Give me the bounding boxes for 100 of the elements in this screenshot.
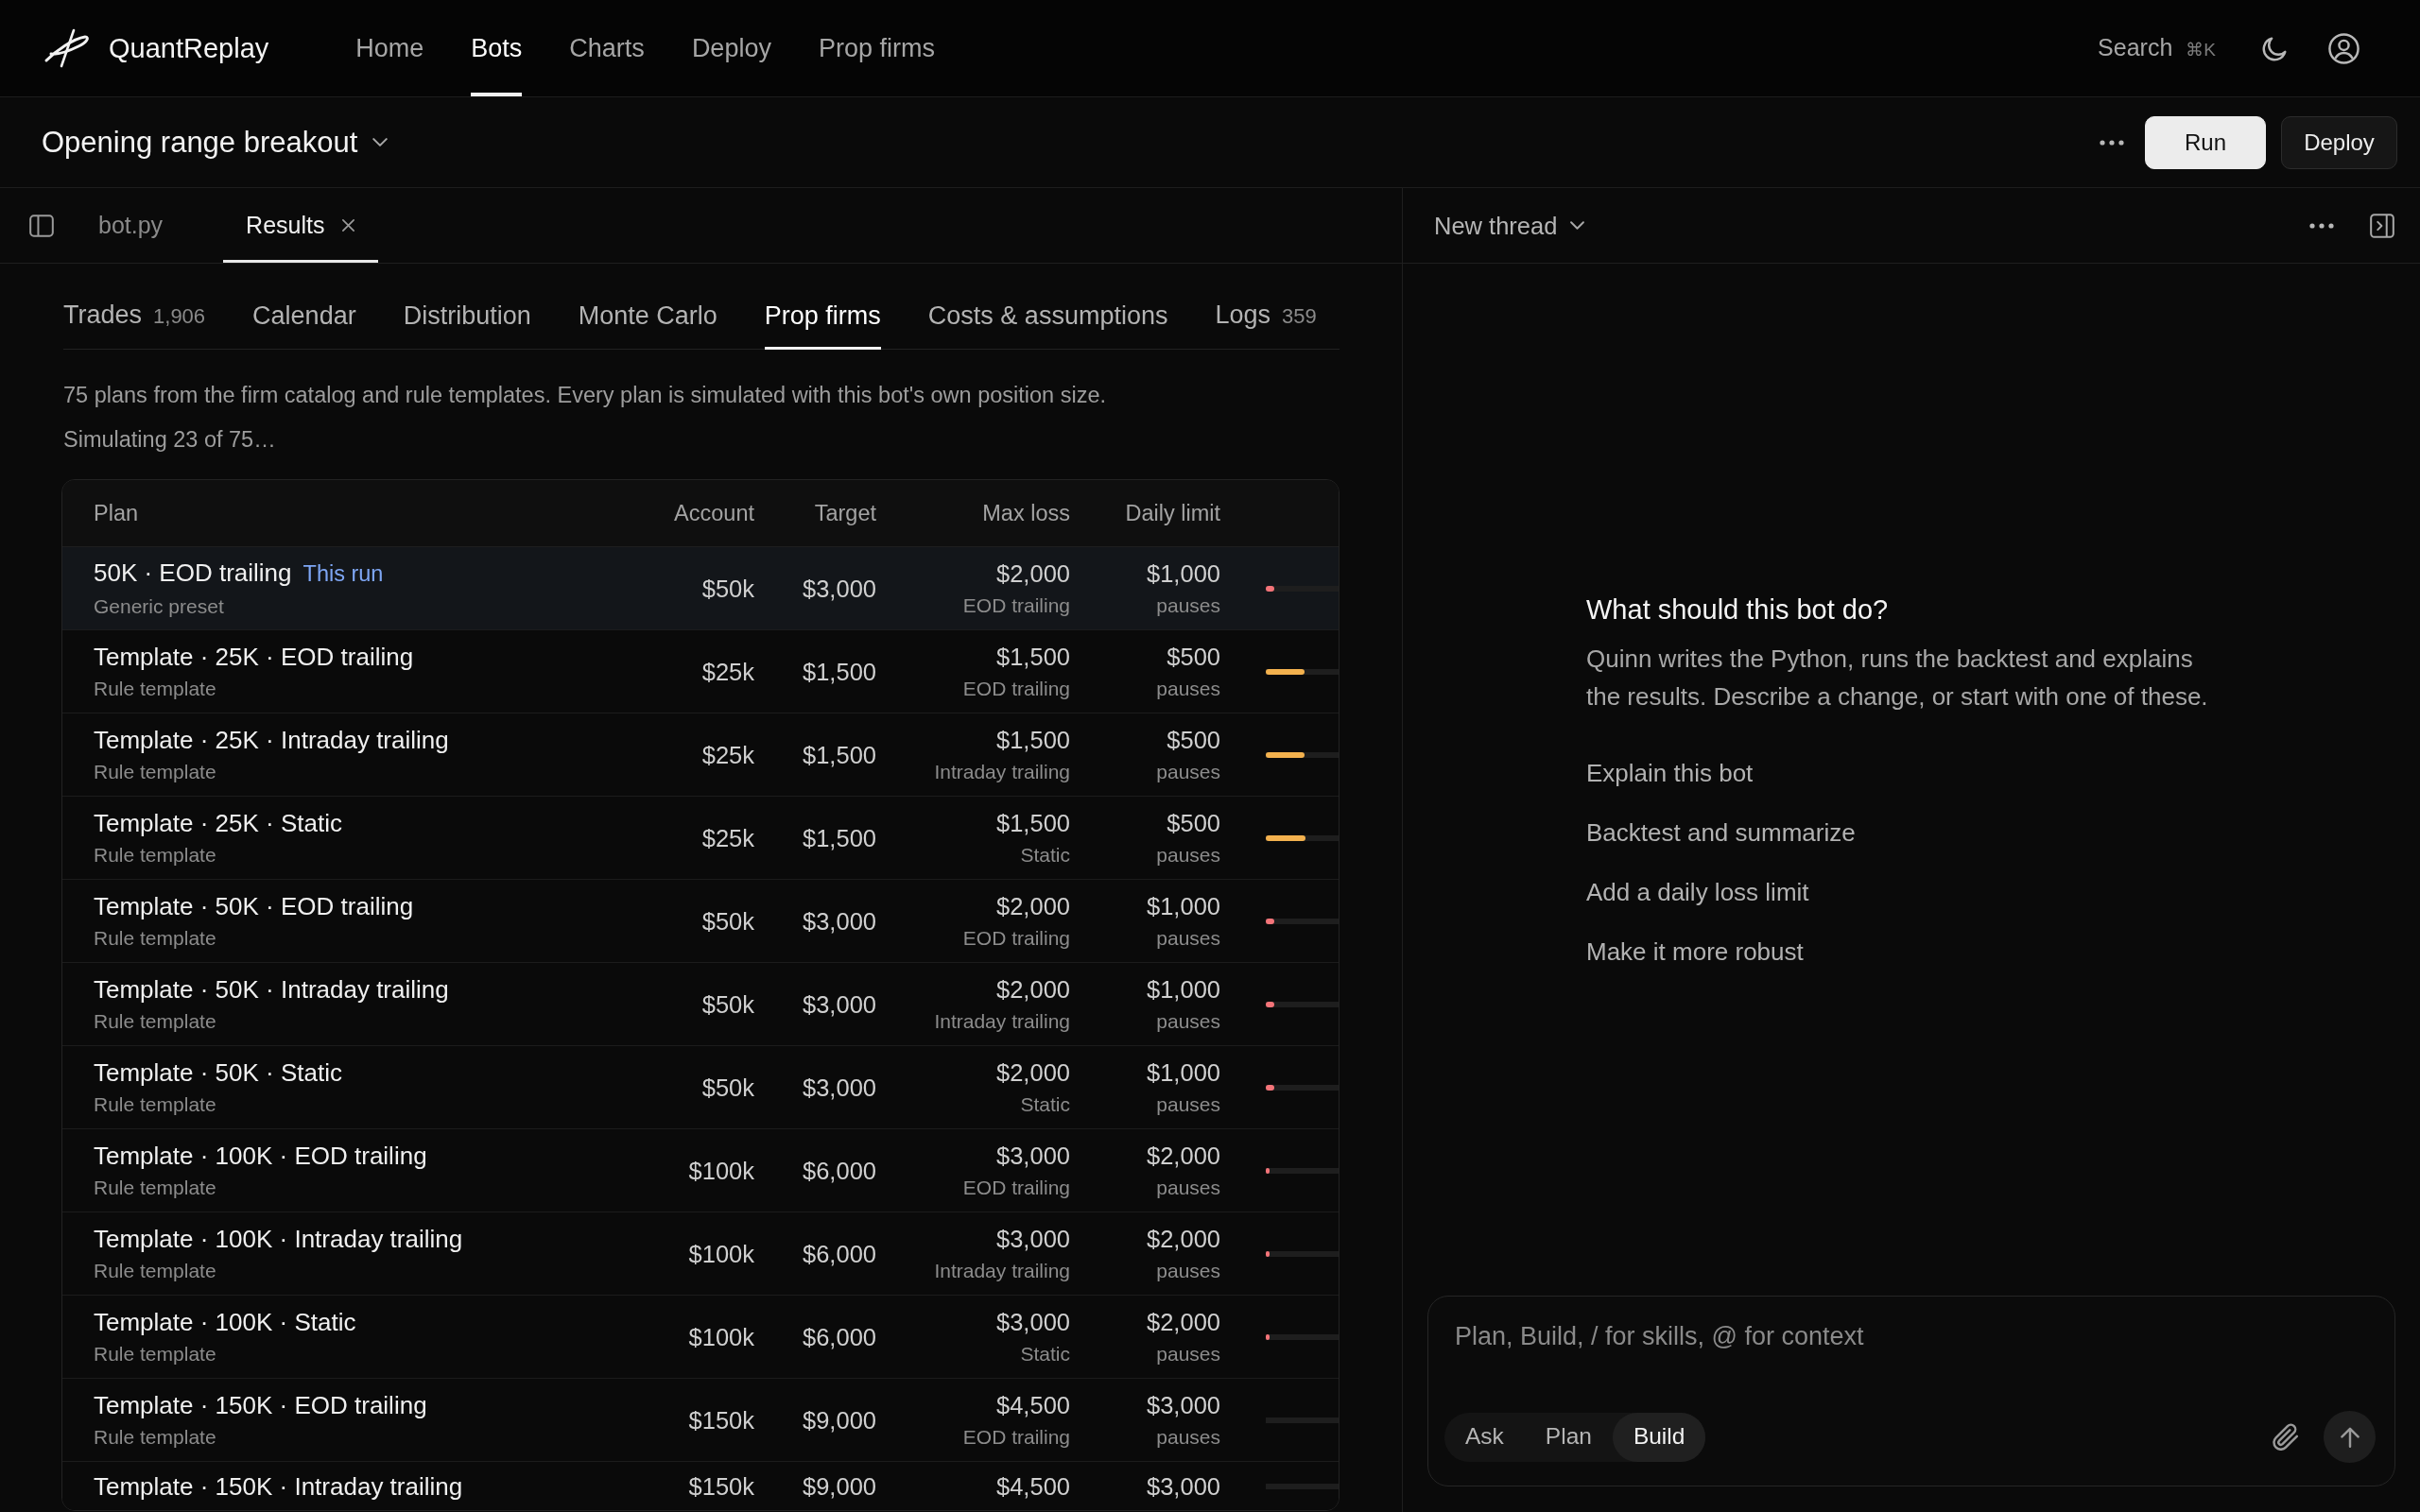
- close-icon[interactable]: [341, 218, 356, 232]
- mode-tab[interactable]: Build: [1612, 1412, 1706, 1462]
- max-loss-value: $2,000: [996, 1058, 1070, 1088]
- result-tab[interactable]: Calendar: [252, 285, 356, 350]
- editor-tab[interactable]: bot.py: [76, 188, 186, 263]
- daily-limit-value: $500: [1167, 643, 1220, 672]
- plan-source: Rule template: [94, 1176, 217, 1200]
- max-loss-value: $4,500: [996, 1472, 1070, 1502]
- app-name[interactable]: QuantReplay: [109, 31, 269, 65]
- plan-source: Rule template: [94, 1259, 217, 1283]
- max-loss-type: Static: [1020, 1342, 1070, 1366]
- table-row[interactable]: 50K · EOD trailing This run Generic preset $50k $3,000 $2,000 EOD trailing $1,000 pauses: [62, 547, 1339, 630]
- target-value: $3,000: [803, 1073, 876, 1103]
- result-tab[interactable]: Trades 1,906: [63, 285, 206, 350]
- search-button[interactable]: Search ⌘K: [2098, 31, 2216, 65]
- suggestion-item[interactable]: Make it more robust: [1586, 936, 1804, 967]
- caret-icon[interactable]: [372, 138, 389, 146]
- max-loss-type: EOD trailing: [962, 1176, 1070, 1200]
- plan-name: Template · 150K · Intraday trailing: [94, 1471, 463, 1503]
- result-tab[interactable]: Logs 359: [1215, 285, 1317, 350]
- bot-title-dropdown[interactable]: Opening range breakout: [42, 123, 389, 162]
- account-value: $50k: [701, 906, 754, 936]
- sidebar-icon[interactable]: [29, 214, 54, 237]
- more-icon[interactable]: [2100, 139, 2124, 146]
- plan-source: Rule template: [94, 926, 217, 951]
- nav-link[interactable]: Deploy: [691, 0, 771, 96]
- result-tab[interactable]: Monte Carlo: [578, 285, 717, 350]
- more-icon[interactable]: [2309, 222, 2334, 229]
- max-loss-type: Intraday trailing: [934, 1259, 1070, 1283]
- target-value: $3,000: [803, 906, 876, 936]
- plan-source: Rule template: [94, 760, 217, 784]
- suggestion-item[interactable]: Explain this bot: [1586, 758, 1754, 788]
- progress-text: Simulating 23 of 75…: [63, 426, 277, 454]
- column-header: Plan: [94, 500, 140, 527]
- daily-limit-note: pauses: [1156, 926, 1220, 951]
- suggestion-item[interactable]: Backtest and summarize: [1586, 817, 1856, 848]
- target-value: $1,500: [803, 823, 876, 853]
- target-value: $3,000: [803, 989, 876, 1020]
- message-composer[interactable]: Plan, Build, / for skills, @ for context Ask Plan Build: [1427, 1296, 2395, 1486]
- plan-name: Template · 50K · Static: [94, 1057, 342, 1089]
- mode-tab[interactable]: Plan: [1524, 1412, 1613, 1462]
- max-loss-type: Intraday trailing: [934, 1009, 1070, 1034]
- deploy-button[interactable]: Deploy: [2281, 115, 2397, 169]
- column-header: Target: [813, 500, 876, 527]
- daily-limit-value: $1,000: [1147, 975, 1220, 1005]
- max-loss-type: Static: [1020, 843, 1070, 868]
- editor-tab[interactable]: Results: [223, 188, 379, 263]
- moon-icon[interactable]: [2262, 35, 2288, 61]
- daily-limit-note: pauses: [1156, 1176, 1220, 1200]
- target-value: $9,000: [803, 1405, 876, 1435]
- caret-icon[interactable]: [1570, 221, 1585, 230]
- max-loss-value: $1,500: [996, 809, 1070, 838]
- account-value: $50k: [701, 1073, 754, 1103]
- run-button[interactable]: Run: [2145, 115, 2266, 169]
- target-value: $6,000: [803, 1322, 876, 1352]
- paperclip-icon[interactable]: [2272, 1423, 2299, 1451]
- plan-source: Rule template: [94, 1092, 217, 1117]
- daily-limit-note: pauses: [1156, 593, 1220, 618]
- max-loss-type: EOD trailing: [962, 926, 1070, 951]
- thread-dropdown[interactable]: New thread: [1434, 210, 1585, 241]
- account-value: $100k: [688, 1239, 754, 1269]
- logo-icon[interactable]: [43, 28, 90, 68]
- empty-state-text: Quinn writes the Python, runs the backtest and explains the results. Describe a change, or start with one of these.: [1586, 644, 2209, 713]
- message-input[interactable]: Plan, Build, / for skills, @ for context: [1444, 1319, 2376, 1411]
- daily-limit-value: $1,000: [1147, 1058, 1220, 1088]
- result-tab[interactable]: Costs & assumptions: [927, 285, 1168, 350]
- plan-name: Template · 25K · Intraday trailing: [94, 725, 449, 756]
- empty-state-heading: What should this bot do?: [1586, 593, 1890, 627]
- column-header: Account: [673, 500, 754, 527]
- nav-link[interactable]: Charts: [569, 0, 645, 96]
- max-loss-value: $3,000: [996, 1308, 1070, 1337]
- daily-limit-value: $2,000: [1147, 1308, 1220, 1337]
- plan-name: Template · 50K · EOD trailing: [94, 891, 414, 922]
- max-loss-type: EOD trailing: [962, 677, 1070, 701]
- result-tab[interactable]: Prop firms: [764, 285, 881, 350]
- plan-source: Rule template: [94, 1425, 217, 1450]
- account-value: $25k: [701, 823, 754, 853]
- target-value: $3,000: [803, 574, 876, 604]
- max-loss-value: $4,500: [996, 1391, 1070, 1420]
- account-value: $150k: [688, 1472, 754, 1502]
- description-text: 75 plans from the firm catalog and rule templates. Every plan is simulated with this bot's own position size.: [63, 382, 1107, 409]
- max-loss-value: $3,000: [996, 1225, 1070, 1254]
- account-value: $50k: [701, 574, 754, 604]
- max-loss-value: $1,500: [996, 643, 1070, 672]
- nav-link[interactable]: Prop firms: [818, 0, 935, 96]
- plan-name: Template · 100K · EOD trailing: [94, 1141, 427, 1172]
- account-value: $100k: [688, 1156, 754, 1186]
- daily-limit-note: pauses: [1156, 1259, 1220, 1283]
- max-loss-type: Static: [1020, 1092, 1070, 1117]
- daily-limit-value: $1,000: [1147, 559, 1220, 589]
- nav-link[interactable]: Home: [355, 0, 424, 96]
- panel-right-icon[interactable]: [2370, 213, 2394, 238]
- mode-tab[interactable]: Ask: [1444, 1412, 1525, 1462]
- daily-limit-value: $500: [1167, 726, 1220, 755]
- target-value: $1,500: [803, 740, 876, 770]
- user-icon[interactable]: [2328, 32, 2360, 64]
- account-value: $150k: [688, 1405, 754, 1435]
- suggestion-item[interactable]: Add a daily loss limit: [1586, 877, 1809, 907]
- result-tab[interactable]: Distribution: [403, 285, 531, 350]
- target-value: $1,500: [803, 657, 876, 687]
